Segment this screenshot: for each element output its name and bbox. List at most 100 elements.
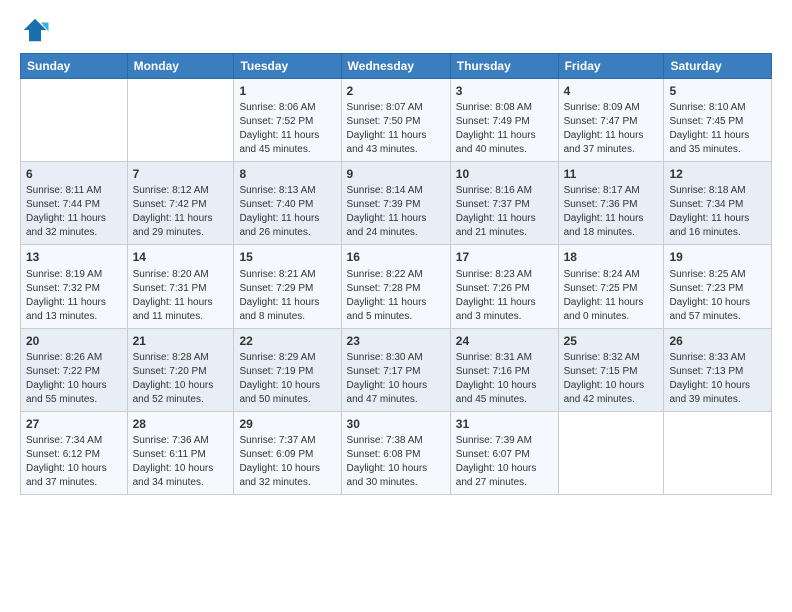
calendar-cell: 19Sunrise: 8:25 AM Sunset: 7:23 PM Dayli… — [664, 245, 772, 328]
day-info: Sunrise: 8:08 AM Sunset: 7:49 PM Dayligh… — [456, 101, 553, 157]
day-info: Sunrise: 8:26 AM Sunset: 7:22 PM Dayligh… — [26, 351, 122, 407]
day-number: 15 — [239, 249, 335, 265]
calendar-cell: 4 Sunrise: 8:09 AM Sunset: 7:47 PM Daylig… — [558, 79, 664, 162]
weekday-header-sunday: Sunday — [21, 54, 128, 79]
day-info: Sunrise: 8:07 AM Sunset: 7:50 PM Dayligh… — [347, 101, 445, 157]
calendar-cell: 28 Sunrise: 7:36 AM Sunset: 6:11 PM Dayli… — [127, 411, 234, 494]
calendar-week-3: 13Sunrise: 8:19 AM Sunset: 7:32 PM Dayli… — [21, 245, 772, 328]
calendar-cell: 11 Sunrise: 8:17 AM Sunset: 7:36 PM Dayli… — [558, 162, 664, 245]
day-info: Sunrise: 8:20 AM Sunset: 7:31 PM Dayligh… — [133, 268, 229, 324]
calendar-cell: 15 Sunrise: 8:21 AM Sunset: 7:29 PM Dayli… — [234, 245, 341, 328]
calendar-cell: 7Sunrise: 8:12 AM Sunset: 7:42 PM Daylig… — [127, 162, 234, 245]
day-info: Sunrise: 7:38 AM Sunset: 6:08 PM Dayligh… — [347, 434, 445, 490]
calendar-week-5: 27 Sunrise: 7:34 AM Sunset: 6:12 PM Dayli… — [21, 411, 772, 494]
day-info: Sunrise: 8:17 AM Sunset: 7:36 PM Dayligh… — [564, 184, 659, 240]
day-info: Sunrise: 7:37 AM Sunset: 6:09 PM Dayligh… — [239, 434, 335, 490]
day-number: 3 — [456, 83, 553, 99]
day-number: 23 — [347, 333, 445, 349]
day-number: 30 — [347, 416, 445, 432]
day-number: 14 — [133, 249, 229, 265]
day-number: 25 — [564, 333, 659, 349]
day-info: Sunrise: 7:36 AM Sunset: 6:11 PM Dayligh… — [133, 434, 229, 490]
day-number: 29 — [239, 416, 335, 432]
day-number: 31 — [456, 416, 553, 432]
calendar-week-4: 20 Sunrise: 8:26 AM Sunset: 7:22 PM Dayli… — [21, 328, 772, 411]
day-info: Sunrise: 8:21 AM Sunset: 7:29 PM Dayligh… — [239, 268, 335, 324]
logo-icon — [20, 15, 50, 45]
calendar-cell: 26 Sunrise: 8:33 AM Sunset: 7:13 PM Dayli… — [664, 328, 772, 411]
day-number: 8 — [239, 166, 335, 182]
day-number: 22 — [239, 333, 335, 349]
day-info: Sunrise: 8:11 AM Sunset: 7:44 PM Dayligh… — [26, 184, 122, 240]
calendar-cell: 17 Sunrise: 8:23 AM Sunset: 7:26 PM Dayli… — [450, 245, 558, 328]
calendar-cell: 27 Sunrise: 7:34 AM Sunset: 6:12 PM Dayli… — [21, 411, 128, 494]
day-info: Sunrise: 8:30 AM Sunset: 7:17 PM Dayligh… — [347, 351, 445, 407]
calendar-cell — [664, 411, 772, 494]
day-number: 20 — [26, 333, 122, 349]
day-number: 18 — [564, 249, 659, 265]
day-number: 5 — [669, 83, 766, 99]
day-info: Sunrise: 8:16 AM Sunset: 7:37 PM Dayligh… — [456, 184, 553, 240]
calendar-table: SundayMondayTuesdayWednesdayThursdayFrid… — [20, 53, 772, 495]
calendar-cell: 25 Sunrise: 8:32 AM Sunset: 7:15 PM Dayli… — [558, 328, 664, 411]
calendar-cell: 23 Sunrise: 8:30 AM Sunset: 7:17 PM Dayli… — [341, 328, 450, 411]
day-info: Sunrise: 8:23 AM Sunset: 7:26 PM Dayligh… — [456, 268, 553, 324]
day-info: Sunrise: 8:33 AM Sunset: 7:13 PM Dayligh… — [669, 351, 766, 407]
day-number: 4 — [564, 83, 659, 99]
day-number: 17 — [456, 249, 553, 265]
page-container: SundayMondayTuesdayWednesdayThursdayFrid… — [0, 0, 792, 505]
day-number: 27 — [26, 416, 122, 432]
day-number: 16 — [347, 249, 445, 265]
calendar-cell: 5 Sunrise: 8:10 AM Sunset: 7:45 PM Daylig… — [664, 79, 772, 162]
day-number: 28 — [133, 416, 229, 432]
day-info: Sunrise: 8:06 AM Sunset: 7:52 PM Dayligh… — [239, 101, 335, 157]
day-number: 12 — [669, 166, 766, 182]
calendar-cell: 21 Sunrise: 8:28 AM Sunset: 7:20 PM Dayli… — [127, 328, 234, 411]
calendar-cell: 20 Sunrise: 8:26 AM Sunset: 7:22 PM Dayli… — [21, 328, 128, 411]
day-info: Sunrise: 8:10 AM Sunset: 7:45 PM Dayligh… — [669, 101, 766, 157]
calendar-week-2: 6 Sunrise: 8:11 AM Sunset: 7:44 PM Daylig… — [21, 162, 772, 245]
logo — [20, 15, 54, 45]
calendar-cell: 9Sunrise: 8:14 AM Sunset: 7:39 PM Daylig… — [341, 162, 450, 245]
calendar-week-1: 1Sunrise: 8:06 AM Sunset: 7:52 PM Daylig… — [21, 79, 772, 162]
calendar-cell: 12 Sunrise: 8:18 AM Sunset: 7:34 PM Dayli… — [664, 162, 772, 245]
day-info: Sunrise: 8:32 AM Sunset: 7:15 PM Dayligh… — [564, 351, 659, 407]
calendar-cell: 10 Sunrise: 8:16 AM Sunset: 7:37 PM Dayli… — [450, 162, 558, 245]
day-number: 13 — [26, 249, 122, 265]
day-number: 26 — [669, 333, 766, 349]
calendar-cell: 22Sunrise: 8:29 AM Sunset: 7:19 PM Dayli… — [234, 328, 341, 411]
calendar-cell: 1Sunrise: 8:06 AM Sunset: 7:52 PM Daylig… — [234, 79, 341, 162]
calendar-cell: 6 Sunrise: 8:11 AM Sunset: 7:44 PM Daylig… — [21, 162, 128, 245]
calendar-cell: 30 Sunrise: 7:38 AM Sunset: 6:08 PM Dayli… — [341, 411, 450, 494]
day-info: Sunrise: 7:39 AM Sunset: 6:07 PM Dayligh… — [456, 434, 553, 490]
day-info: Sunrise: 8:24 AM Sunset: 7:25 PM Dayligh… — [564, 268, 659, 324]
day-info: Sunrise: 8:09 AM Sunset: 7:47 PM Dayligh… — [564, 101, 659, 157]
weekday-header-friday: Friday — [558, 54, 664, 79]
calendar-cell: 31 Sunrise: 7:39 AM Sunset: 6:07 PM Dayli… — [450, 411, 558, 494]
calendar-cell: 13Sunrise: 8:19 AM Sunset: 7:32 PM Dayli… — [21, 245, 128, 328]
day-number: 9 — [347, 166, 445, 182]
calendar-cell: 14 Sunrise: 8:20 AM Sunset: 7:31 PM Dayli… — [127, 245, 234, 328]
day-number: 19 — [669, 249, 766, 265]
calendar-cell: 16 Sunrise: 8:22 AM Sunset: 7:28 PM Dayli… — [341, 245, 450, 328]
day-info: Sunrise: 8:28 AM Sunset: 7:20 PM Dayligh… — [133, 351, 229, 407]
calendar-cell: 8Sunrise: 8:13 AM Sunset: 7:40 PM Daylig… — [234, 162, 341, 245]
day-info: Sunrise: 8:31 AM Sunset: 7:16 PM Dayligh… — [456, 351, 553, 407]
header — [20, 15, 772, 45]
day-number: 6 — [26, 166, 122, 182]
calendar-cell: 18 Sunrise: 8:24 AM Sunset: 7:25 PM Dayli… — [558, 245, 664, 328]
day-number: 2 — [347, 83, 445, 99]
day-number: 11 — [564, 166, 659, 182]
day-info: Sunrise: 8:18 AM Sunset: 7:34 PM Dayligh… — [669, 184, 766, 240]
day-info: Sunrise: 8:22 AM Sunset: 7:28 PM Dayligh… — [347, 268, 445, 324]
calendar-cell — [21, 79, 128, 162]
day-info: Sunrise: 7:34 AM Sunset: 6:12 PM Dayligh… — [26, 434, 122, 490]
day-number: 10 — [456, 166, 553, 182]
day-number: 7 — [133, 166, 229, 182]
weekday-header-monday: Monday — [127, 54, 234, 79]
weekday-header-wednesday: Wednesday — [341, 54, 450, 79]
calendar-cell — [558, 411, 664, 494]
calendar-cell: 29 Sunrise: 7:37 AM Sunset: 6:09 PM Dayli… — [234, 411, 341, 494]
calendar-cell: 3 Sunrise: 8:08 AM Sunset: 7:49 PM Daylig… — [450, 79, 558, 162]
day-number: 21 — [133, 333, 229, 349]
